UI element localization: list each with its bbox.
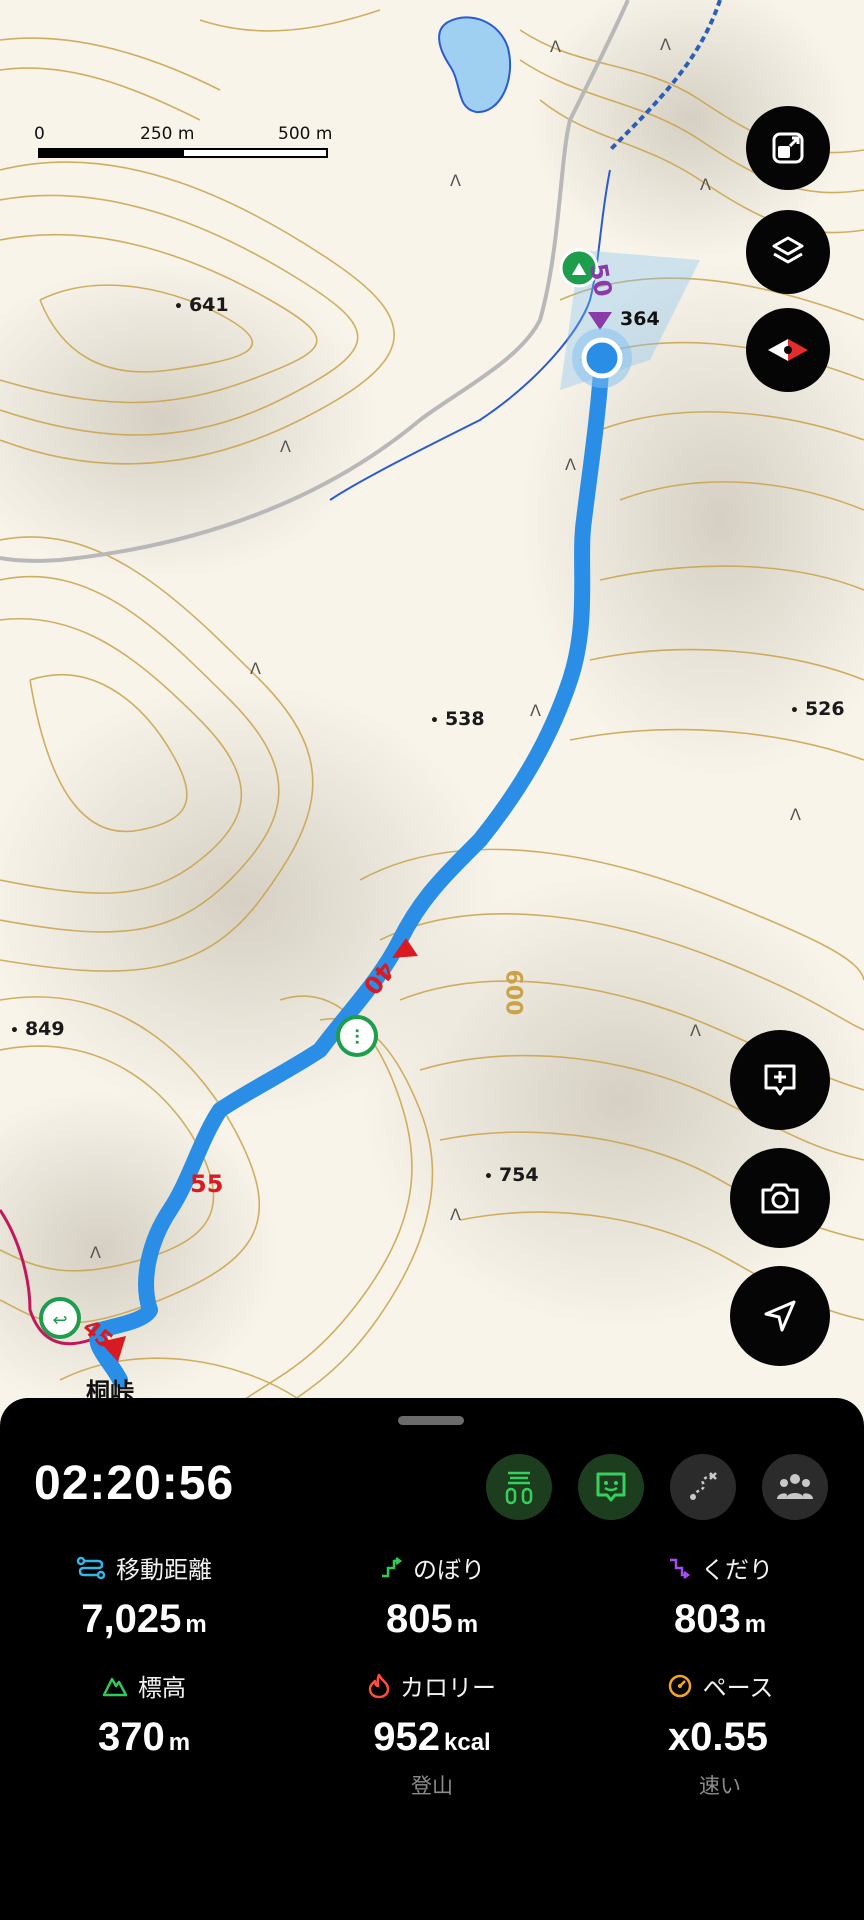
stat-label: カロリー [400,1674,496,1702]
spot-height: 641 [174,294,229,316]
stat-ascent: のぼり 805 m [288,1550,576,1642]
spot-height: 526 [790,698,845,720]
stat-unit: m [744,1611,767,1638]
stat-value: 370 [97,1715,165,1759]
elapsed-timer: 02:20:56 [34,1457,235,1510]
route-marker: 55 [190,1170,224,1198]
spot-height: 538 [430,708,485,730]
scale-label-500: 500 m [278,124,333,144]
add-memo-button[interactable] [730,1030,830,1130]
stat-value: 803 [673,1597,741,1641]
stat-label: ペース [702,1674,774,1702]
speedometer-icon [668,1674,691,1697]
svg-text:Λ: Λ [790,805,801,824]
scale-bar [38,148,328,158]
compass-icon [768,339,808,361]
stat-value: 805 [385,1597,453,1641]
map-scale: 0 250 m 500 m [34,124,334,164]
stat-unit: m [185,1611,207,1638]
scale-label-0: 0 [34,124,45,144]
flame-icon [368,1673,390,1698]
svg-text:Λ: Λ [450,1205,461,1224]
contour-label: 600 [500,969,526,1016]
compass-button[interactable] [746,308,830,392]
scale-label-250: 250 m [140,124,195,144]
group-icon [777,1474,813,1499]
locate-button[interactable] [730,1266,830,1366]
svg-text:Λ: Λ [530,701,541,720]
spot-height: 849 [10,1018,65,1040]
svg-text:Λ: Λ [90,1243,101,1262]
route-icon [690,1472,717,1500]
add-memo-icon [764,1064,796,1096]
svg-text:Λ: Λ [280,437,291,456]
chat-face-button[interactable] [578,1454,644,1520]
stat-label: くだり [701,1556,773,1584]
stat-value: x0.55 [667,1715,769,1759]
resize-button[interactable] [746,106,830,190]
group-button[interactable] [762,1454,828,1520]
navigation-arrow-icon [764,1300,796,1332]
stat-value: 7,025 [81,1597,182,1641]
guidepost-icon [505,1471,533,1505]
stat-label: 移動距離 [116,1556,212,1584]
stat-label: のぼり [413,1556,485,1584]
svg-text:Λ: Λ [250,659,261,678]
svg-text:⫶: ⫶ [355,1025,360,1049]
current-elevation-label: 364 [620,308,660,330]
stat-distance: 移動距離 7,025 m [0,1550,288,1642]
svg-text:↩: ↩ [52,1310,67,1331]
route-button[interactable] [670,1454,736,1520]
svg-text:Λ: Λ [565,455,576,474]
stat-label: 標高 [138,1674,186,1702]
ascent-icon [382,1556,403,1577]
map-view[interactable]: ⛰ ⫶ ↩ ΛΛΛ ΛΛΛ ΛΛΛ ΛΛΛ 0 250 m 500 m 641 … [0,0,864,1420]
stat-sub: 登山 [411,1774,453,1798]
svg-text:Λ: Λ [700,175,711,194]
stat-calories: カロリー 952 kcal 登山 [288,1668,576,1800]
stat-pace: ペース x0.55 速い [576,1668,864,1800]
layers-button[interactable] [746,210,830,294]
stat-value: 952 [373,1715,441,1759]
layers-icon [772,236,804,264]
svg-text:Λ: Λ [690,1021,701,1040]
stat-descent: くだり 803 m [576,1550,864,1642]
svg-text:Λ: Λ [450,171,461,190]
descent-icon [670,1558,691,1579]
stat-elevation: 標高 370 m [0,1668,288,1760]
spot-height: 754 [484,1164,539,1186]
guidepost-button[interactable] [486,1454,552,1520]
activity-panel: 02:20:56 移動距離 7,025 m のぼり 805 m くだり 803 m 標… [0,1398,864,1920]
stat-unit: kcal [444,1729,491,1756]
route-marker: 50 [584,261,618,299]
stat-sub: 速い [699,1774,741,1798]
mountain-icon [102,1677,128,1696]
distance-icon [76,1556,106,1579]
svg-text:Λ: Λ [550,37,561,56]
svg-text:Λ: Λ [660,35,671,54]
camera-icon [761,1183,799,1214]
resize-icon [772,132,804,164]
stat-unit: m [456,1611,479,1638]
chat-face-icon [596,1472,626,1502]
drag-handle[interactable] [398,1416,464,1425]
stat-unit: m [168,1729,191,1756]
camera-button[interactable] [730,1148,830,1248]
